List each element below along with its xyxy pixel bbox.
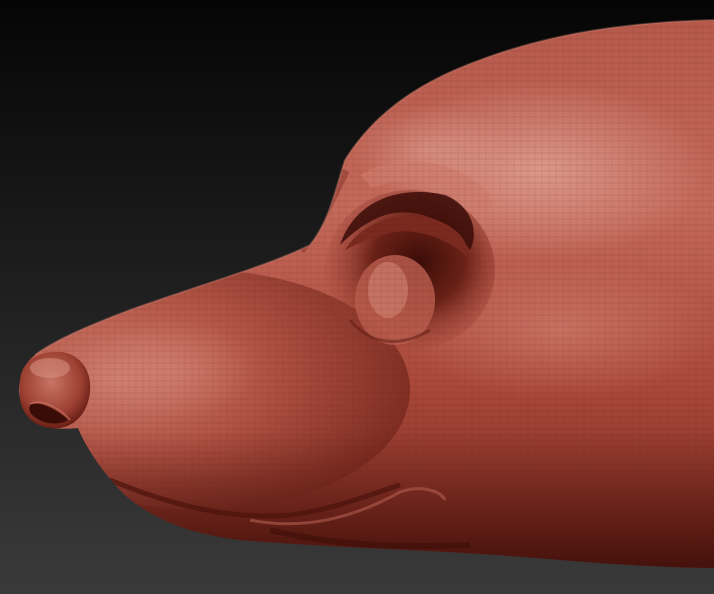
sculpt-viewport[interactable] bbox=[0, 0, 714, 594]
nose bbox=[20, 351, 91, 429]
sculpt-render bbox=[0, 0, 714, 594]
